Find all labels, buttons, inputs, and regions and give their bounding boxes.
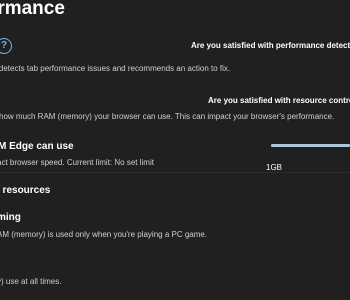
resource-controls-description: how much RAM (memory) your browser can u…: [0, 112, 335, 121]
ram-limit-title: M Edge can use: [0, 141, 74, 152]
resource-controls-feedback-link[interactable]: Are you satisfied with resource controls…: [208, 95, 350, 107]
resources-title: l resources: [0, 185, 51, 196]
ram-limit-description: act browser speed. Current limit: No set…: [0, 158, 154, 167]
always-option-description: y) use at all times.: [0, 277, 62, 286]
performance-detector-feedback-link[interactable]: Are you satisfied with performance detec…: [191, 40, 350, 52]
settings-page: rformance ? Are you satisfied with perfo…: [0, 0, 350, 300]
page-title: rformance: [0, 0, 65, 19]
gaming-option-title[interactable]: ming: [0, 211, 21, 225]
ram-limit-slider-fill[interactable]: [271, 144, 350, 147]
gaming-option-description: AM (memory) is used only when you're pla…: [0, 230, 208, 239]
performance-detector-description: r detects tab performance issues and rec…: [0, 64, 231, 73]
section-divider: [0, 172, 350, 173]
help-icon[interactable]: ?: [0, 38, 12, 54]
